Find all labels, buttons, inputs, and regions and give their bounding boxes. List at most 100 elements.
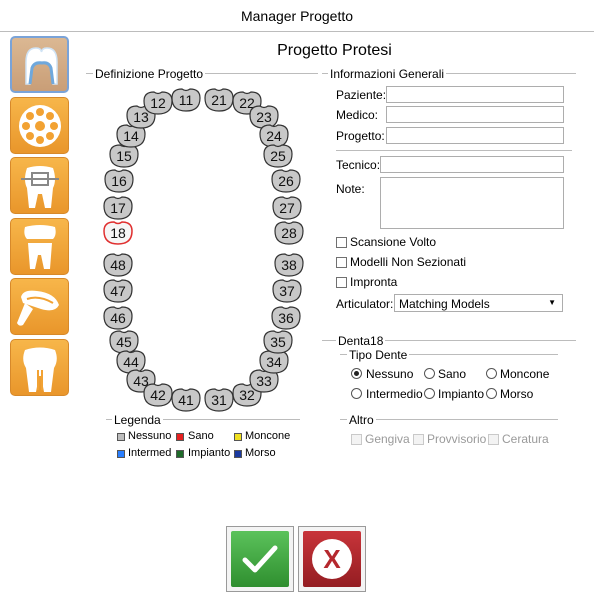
impronta-checkbox[interactable] [336, 277, 347, 288]
legend-swatch-moncone [234, 433, 242, 441]
modelli-checkbox[interactable] [336, 257, 347, 268]
impression-tray-icon [17, 290, 59, 326]
close-icon: X [312, 539, 352, 579]
radio-morso[interactable] [486, 388, 497, 399]
progetto-field[interactable] [386, 127, 564, 144]
radio-label-impianto: Impianto [438, 387, 485, 401]
legenda-label: Legenda [112, 413, 163, 427]
tooth-number: 26 [278, 173, 294, 189]
ceratura-checkbox[interactable] [488, 434, 499, 445]
radio-nessuno[interactable] [351, 368, 362, 379]
tipo-label: Tipo Dente [347, 348, 410, 362]
paziente-field[interactable] [386, 86, 564, 103]
gengiva-checkbox[interactable] [351, 434, 362, 445]
radio-label-intermedio: Intermedio [366, 387, 423, 401]
page-title: Progetto Protesi [277, 42, 392, 59]
tooth-46[interactable]: 46 [103, 306, 133, 330]
legend-label-impianto: Impianto [188, 447, 231, 459]
tecnico-label: Tecnico: [336, 158, 381, 172]
legend-swatch-intermed [117, 450, 125, 458]
tooth-number: 15 [116, 148, 132, 164]
tooth-number: 47 [110, 283, 126, 299]
tooth-41[interactable]: 41 [171, 388, 201, 412]
tooth-17[interactable]: 17 [103, 196, 133, 220]
tooth-number: 34 [266, 354, 282, 370]
tooth-number: 21 [211, 92, 227, 108]
tooth-42[interactable]: 42 [143, 383, 173, 407]
tooth-38[interactable]: 38 [274, 253, 304, 277]
tooth-18[interactable]: 18 [103, 221, 133, 245]
cancel-glyph: X [323, 544, 341, 574]
tooth-12[interactable]: 12 [143, 91, 173, 115]
tooth-35[interactable]: 35 [263, 330, 293, 354]
legend-label-nessuno: Nessuno [128, 430, 172, 442]
radio-label-moncone: Moncone [500, 367, 550, 381]
tooth-36[interactable]: 36 [271, 306, 301, 330]
radio-label-nessuno: Nessuno [366, 367, 414, 381]
sidebar-item-tray[interactable] [10, 278, 69, 335]
tooth-31[interactable]: 31 [204, 388, 234, 412]
tooth-number: 12 [150, 95, 166, 111]
sidebar-item-crown[interactable] [10, 218, 69, 275]
tooth-chart: 18171615141312 11 21 2223242526272848474645… [103, 88, 304, 412]
tooth-number: 14 [123, 128, 139, 144]
radio-moncone[interactable] [486, 368, 497, 379]
tooth-number: 27 [279, 200, 295, 216]
tooth-45[interactable]: 45 [109, 330, 139, 354]
confirm-button-face [231, 531, 289, 587]
tooth-23[interactable]: 23 [249, 105, 279, 129]
tecnico-field[interactable] [380, 156, 564, 173]
tooth-number: 36 [278, 310, 294, 326]
radio-intermedio[interactable] [351, 388, 362, 399]
tooth-crown-icon [24, 225, 56, 269]
tooth-16[interactable]: 16 [104, 169, 134, 193]
legend-swatch-impianto [176, 450, 184, 458]
provvisorio-checkbox[interactable] [413, 434, 424, 445]
tooth-number: 42 [150, 387, 166, 403]
tooth-number: 17 [110, 200, 126, 216]
tooth-number: 24 [266, 128, 282, 144]
tooth-21[interactable]: 21 [204, 88, 234, 112]
sidebar-item-prosthesis[interactable] [10, 36, 69, 93]
medico-field[interactable] [386, 106, 564, 123]
tooth-44[interactable]: 44 [116, 350, 146, 374]
tooth-number: 23 [256, 109, 272, 125]
scansione-label: Scansione Volto [350, 235, 437, 249]
title-divider [0, 31, 594, 32]
tooth-48[interactable]: 48 [103, 253, 133, 277]
checkmark-icon [242, 545, 278, 573]
tooth-24[interactable]: 24 [259, 124, 289, 148]
cancel-button-face: X [303, 531, 361, 587]
radio-impianto[interactable] [424, 388, 435, 399]
tooth-number: 31 [211, 392, 227, 408]
note-field[interactable] [380, 177, 564, 229]
tooth-27[interactable]: 27 [272, 196, 302, 220]
scansione-checkbox[interactable] [336, 237, 347, 248]
tooth-34[interactable]: 34 [259, 350, 289, 374]
dente-label: Denta18 [336, 334, 386, 348]
provvisorio-label: Provvisorio [427, 432, 487, 446]
tooth-15[interactable]: 15 [109, 144, 139, 168]
window-title: Manager Progetto [240, 8, 354, 24]
sidebar-item-orthodontic[interactable] [10, 157, 69, 214]
radio-sano[interactable] [424, 368, 435, 379]
legend-label-sano: Sano [188, 430, 214, 442]
tooth-25[interactable]: 25 [263, 144, 293, 168]
tooth-root-icon [23, 347, 57, 392]
paziente-label: Paziente: [336, 88, 387, 102]
tooth-28[interactable]: 28 [274, 221, 304, 245]
radio-label-morso: Morso [500, 387, 534, 401]
tooth-number: 33 [256, 373, 272, 389]
sidebar-item-root[interactable] [10, 339, 69, 396]
sidebar-item-implant[interactable] [10, 97, 69, 154]
tooth-11[interactable]: 11 [171, 88, 201, 112]
tooth-number: 37 [279, 283, 295, 299]
tooth-47[interactable]: 47 [103, 279, 133, 303]
tooth-37[interactable]: 37 [272, 279, 302, 303]
tooth-26[interactable]: 26 [271, 169, 301, 193]
cancel-button[interactable]: X [298, 526, 366, 592]
impronta-label: Impronta [350, 275, 398, 289]
modelli-label: Modelli Non Sezionati [350, 255, 467, 269]
confirm-button[interactable] [226, 526, 294, 592]
articulator-select[interactable]: Matching Models ▼ [394, 294, 563, 312]
